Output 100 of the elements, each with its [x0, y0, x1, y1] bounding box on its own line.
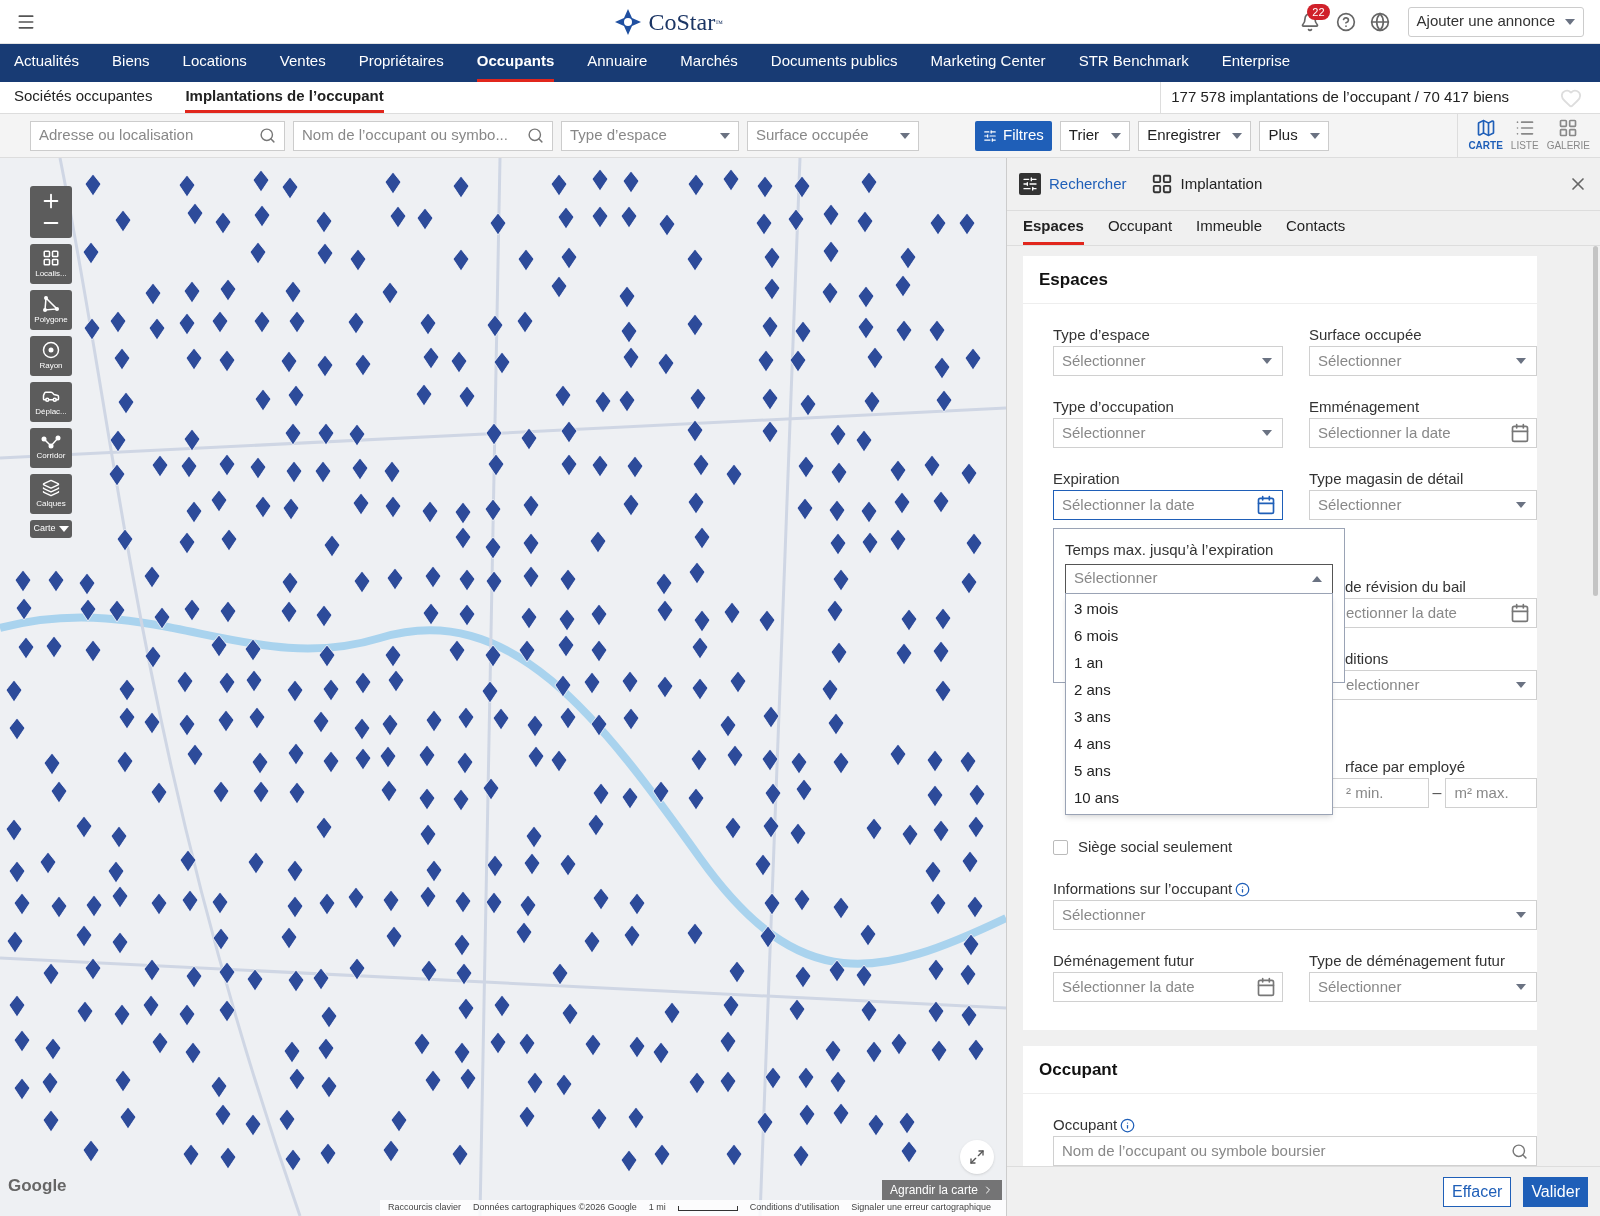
select-field[interactable]: Type d’espace — [561, 120, 739, 151]
map-footer-link[interactable]: Conditions d’utilisation — [749, 1201, 840, 1215]
menu-button[interactable]: Plus — [1259, 120, 1329, 151]
date-field[interactable]: Sélectionner la date — [1053, 972, 1283, 1002]
caret-icon — [1516, 502, 1526, 508]
select-field[interactable]: Sélectionner — [1053, 900, 1537, 930]
option-item[interactable]: 3 mois — [1066, 596, 1332, 623]
map-tool-button[interactable]: Calques — [30, 474, 72, 514]
caret-icon — [1516, 682, 1526, 688]
option-item[interactable]: 1 an — [1066, 650, 1332, 677]
help-icon[interactable] — [1335, 11, 1356, 32]
option-item[interactable]: 3 ans — [1066, 704, 1332, 731]
add-listing-button[interactable]: Ajouter une annonce — [1407, 6, 1584, 37]
map-footer-link[interactable]: Données cartographiques ©2026 Google — [473, 1201, 637, 1215]
menu-button[interactable]: Trier — [1059, 120, 1131, 151]
search-field[interactable]: Nom de l’occupant ou symbole boursier — [1053, 1136, 1537, 1166]
radius-icon — [42, 341, 60, 359]
search-field[interactable]: Adresse ou localisation — [30, 120, 285, 151]
caret-icon — [1111, 132, 1122, 139]
field-label: Emménagement — [1309, 396, 1420, 417]
range-dash: – — [1432, 783, 1442, 803]
grid-icon — [1150, 173, 1173, 195]
calendar-icon — [1256, 977, 1276, 997]
filters-button[interactable]: Filtres — [975, 120, 1052, 151]
option-item[interactable]: 10 ans — [1066, 785, 1332, 812]
polygon-icon — [42, 295, 60, 313]
panel-tab[interactable]: Contacts — [1285, 211, 1346, 245]
panel-mode-button[interactable]: Implantation — [1150, 172, 1263, 196]
field-label: Type magasin de détail — [1309, 468, 1464, 489]
field-label: Type d’occupation — [1053, 396, 1174, 417]
date-field[interactable]: Sélectionner la date — [1053, 490, 1283, 520]
nav-link[interactable]: Documents publics — [770, 44, 898, 82]
select-field[interactable]: Sélectionner — [1053, 418, 1283, 448]
map-type-button[interactable]: Carte — [30, 520, 72, 538]
nav-link[interactable]: STR Benchmark — [1078, 44, 1189, 82]
caret-icon — [1262, 358, 1272, 364]
panel-tab[interactable]: Espaces — [1023, 211, 1084, 245]
panel-tab[interactable]: Immeuble — [1196, 211, 1262, 245]
zoom-control[interactable] — [30, 186, 72, 238]
option-item[interactable]: 6 mois — [1066, 623, 1332, 650]
submit-button[interactable]: Valider — [1523, 1176, 1588, 1207]
caret-icon — [1312, 575, 1322, 582]
panel-mode-button[interactable]: Rechercher — [1019, 172, 1127, 196]
field-label: Informations sur l’occupant — [1053, 878, 1233, 899]
view-toggle[interactable]: CARTE — [1468, 114, 1503, 157]
map-tool-button[interactable]: Localis... — [30, 244, 72, 284]
map-tool-button[interactable]: Corridor — [30, 428, 72, 468]
date-field[interactable]: Sélectionner la date — [1309, 418, 1537, 448]
map-tool-button[interactable]: Déplac... — [30, 382, 72, 422]
clear-button[interactable]: Effacer — [1442, 1176, 1512, 1207]
select-field[interactable]: Sélectionner — [1309, 490, 1537, 520]
google-logo: Google — [8, 1174, 67, 1197]
section-title: Occupant — [1039, 1058, 1118, 1081]
nav-link[interactable]: Enterprise — [1221, 44, 1291, 82]
nav-link[interactable]: Actualités — [14, 44, 80, 82]
nav-link[interactable]: Ventes — [279, 44, 326, 82]
nav-link[interactable]: Marchés — [680, 44, 738, 82]
nav-link[interactable]: Locations — [182, 44, 247, 82]
max-field[interactable]: m² max. — [1445, 778, 1537, 808]
option-item[interactable]: 2 ans — [1066, 677, 1332, 704]
option-item[interactable]: 5 ans — [1066, 758, 1332, 785]
checkbox[interactable] — [1053, 839, 1068, 855]
nav-link[interactable]: Marketing Center — [930, 44, 1046, 82]
popup-label: Temps max. jusqu’à l’expiration — [1065, 540, 1275, 560]
expand-map-button[interactable]: Agrandir la carte — [881, 1180, 1002, 1200]
list-icon — [1514, 118, 1535, 138]
menu-button[interactable]: Enregistrer — [1138, 120, 1252, 151]
field-label: Type de déménagement futur — [1309, 950, 1505, 971]
search-field[interactable]: Nom de l’occupant ou symbo... — [293, 120, 553, 151]
select-field[interactable]: Surface occupée — [747, 120, 919, 151]
sliders-icon — [983, 128, 997, 143]
map-tool-button[interactable]: Polygone — [30, 290, 72, 330]
panel-tab[interactable]: Occupant — [1107, 211, 1173, 245]
map-footer-link[interactable]: Raccourcis clavier — [388, 1201, 462, 1215]
map-background[interactable] — [0, 158, 1006, 1216]
select-field[interactable]: Sélectionner — [1065, 563, 1333, 594]
search-icon — [259, 127, 276, 144]
select-field[interactable]: Sélectionner — [1309, 346, 1537, 376]
map-icon — [1475, 118, 1496, 138]
caret-icon — [1565, 18, 1575, 25]
option-item[interactable]: 4 ans — [1066, 731, 1332, 758]
globe-icon[interactable] — [1369, 11, 1390, 32]
scale-bar — [677, 1205, 738, 1211]
caret-icon — [1516, 912, 1526, 918]
map-tool-button[interactable]: Rayon — [30, 336, 72, 376]
field-label: de révision du bail — [1345, 576, 1466, 597]
search-icon — [527, 127, 544, 144]
nav-link[interactable]: Biens — [112, 44, 150, 82]
caret-icon — [1262, 430, 1272, 436]
field-label: Type d’espace — [1053, 324, 1150, 345]
select-field[interactable]: Sélectionner — [1053, 346, 1283, 376]
select-field[interactable]: Sélectionner — [1309, 972, 1537, 1002]
nav-link[interactable]: Propriétaires — [358, 44, 444, 82]
map-footer-link[interactable]: Signaler une erreur cartographique — [851, 1201, 991, 1215]
expand-icon — [969, 1149, 985, 1165]
nav-link[interactable]: Occupants — [476, 44, 555, 82]
nav-link[interactable]: Annuaire — [587, 44, 648, 82]
calendar-icon — [1510, 423, 1530, 443]
sub-tab[interactable]: Sociétés occupantes — [14, 82, 153, 113]
corridor-icon — [41, 435, 61, 449]
